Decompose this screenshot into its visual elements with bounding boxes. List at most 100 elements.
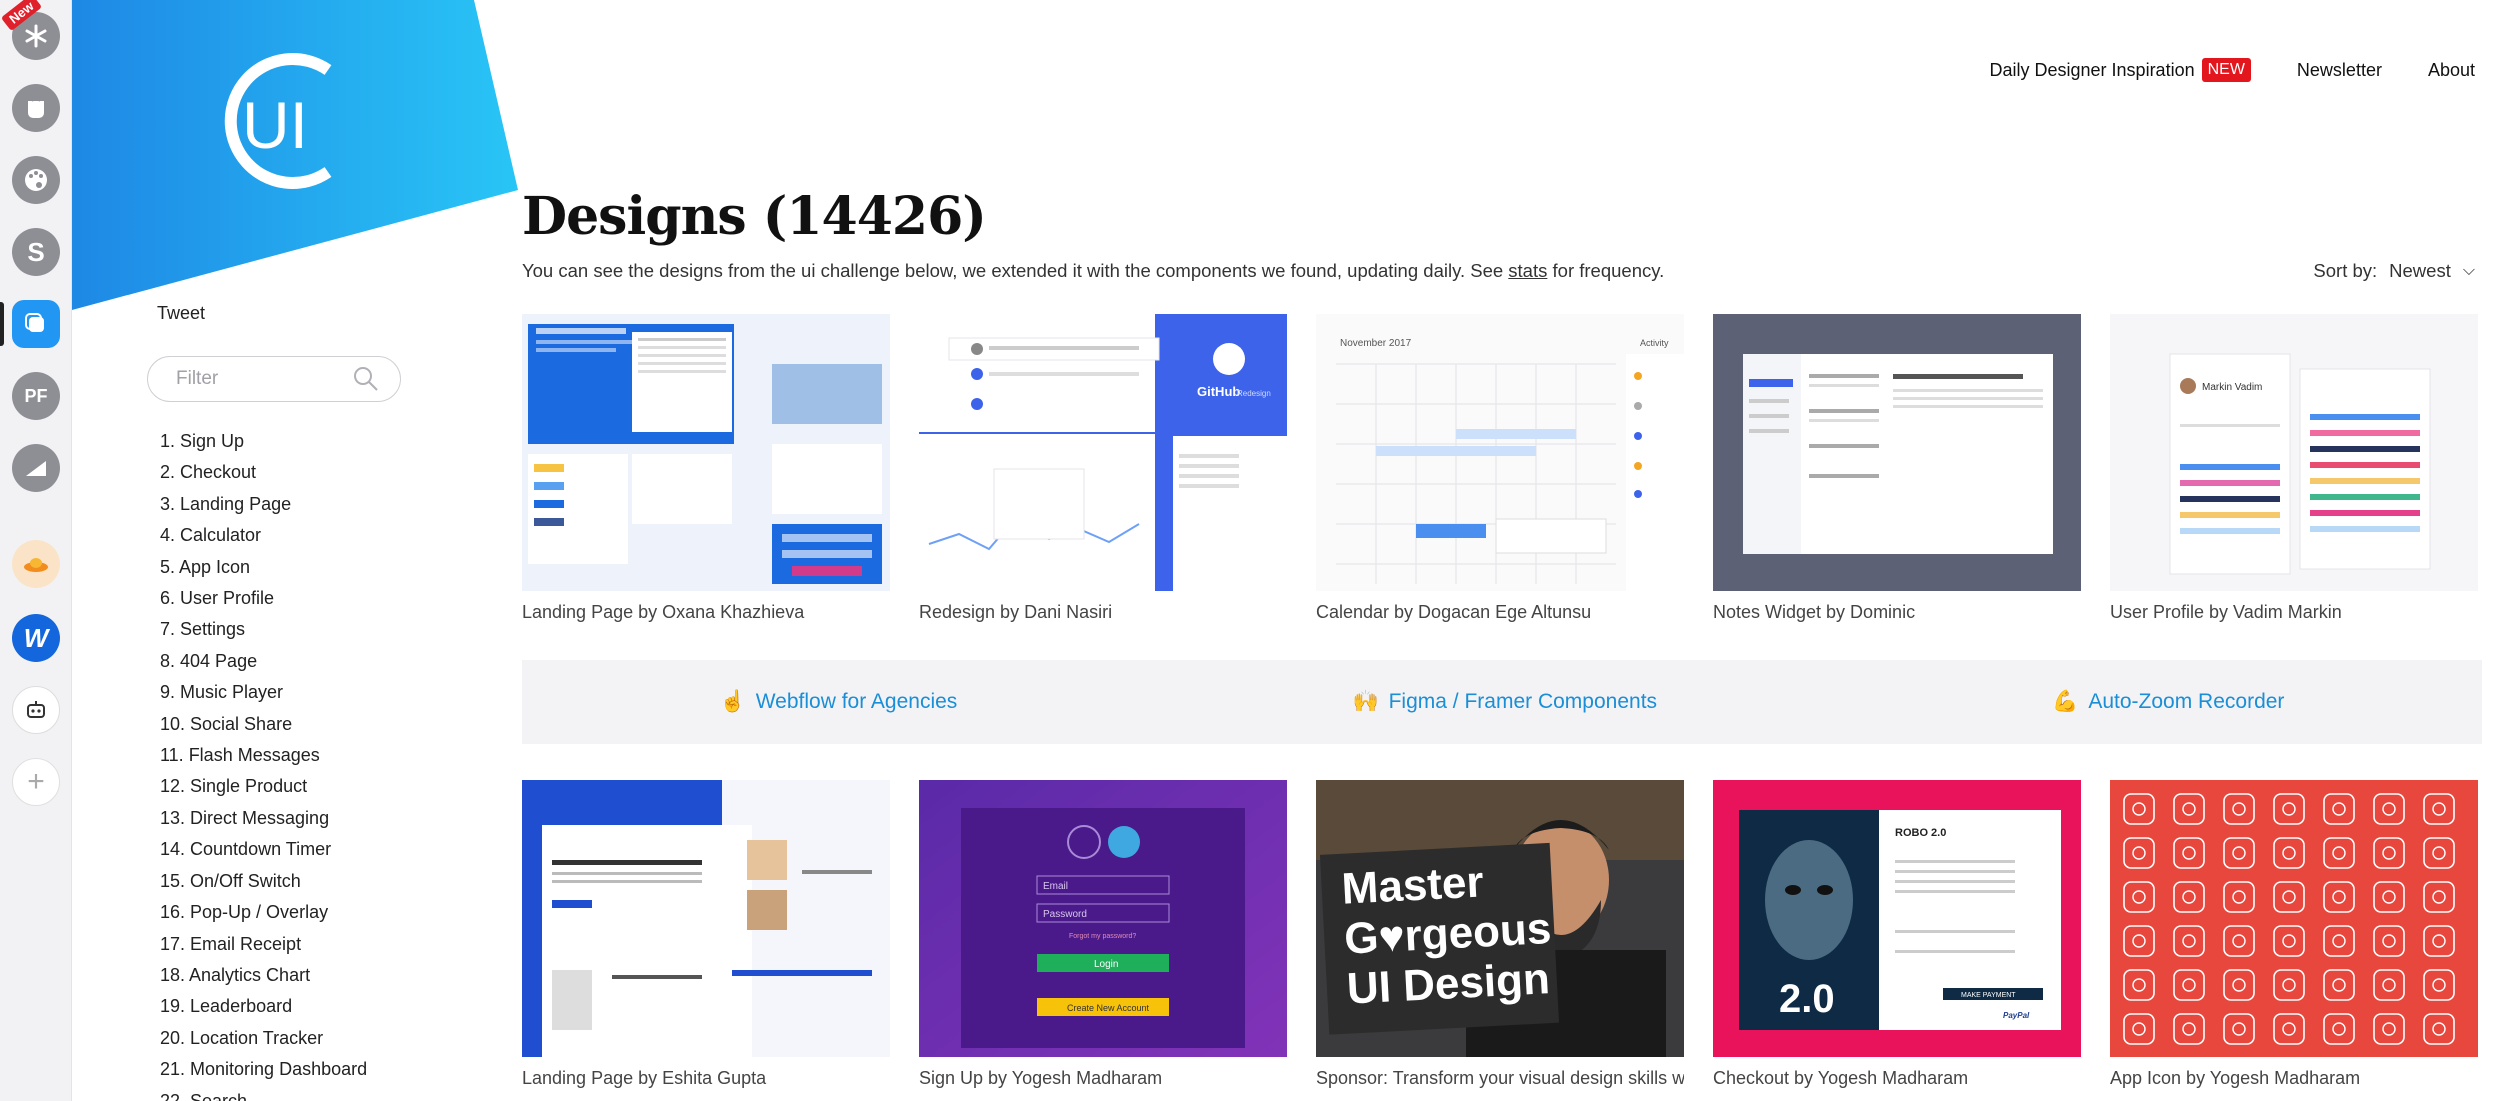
design-card[interactable]: Master G♥rgeous UI Design Sponsor: Trans… [1316,780,1684,1089]
sidebar-item[interactable]: 6. User Profile [160,583,367,614]
design-caption[interactable]: Checkout by Yogesh Madharam [1713,1068,2081,1089]
sidebar-item[interactable]: 8. 404 Page [160,646,367,677]
calendar-activity: Activity [1640,338,1669,348]
pf-logo-icon[interactable]: PF [12,372,60,420]
promo-webflow-link[interactable]: ☝️ Webflow for Agencies [720,690,958,714]
design-caption[interactable]: Redesign by Dani Nasiri [919,602,1287,623]
flexed-biceps-icon: 💪 [2052,690,2079,713]
sidebar-item[interactable]: 12. Single Product [160,771,367,802]
s-logo-glyph: S [27,236,45,267]
sidebar-item[interactable]: 17. Email Receipt [160,929,367,960]
calendar-month: November 2017 [1340,338,1412,349]
plus-icon[interactable]: + [12,758,60,806]
sidebar-item[interactable]: 2. Checkout [160,457,367,488]
pointing-hand-icon: ☝️ [719,690,746,713]
design-thumbnail[interactable]: November 2017 Activity [1316,314,1684,591]
design-caption[interactable]: Sponsor: Transform your visual design sk… [1316,1068,1684,1089]
design-thumbnail[interactable] [522,780,890,1057]
design-thumbnail[interactable]: GitHub Redesign [919,314,1287,591]
sidebar-item[interactable]: 3. Landing Page [160,489,367,520]
checkout-pay-button: MAKE PAYMENT [1961,992,2016,999]
plus-glyph: + [27,765,45,798]
sidebar-item[interactable]: 16. Pop-Up / Overlay [160,897,367,928]
sidebar-item[interactable]: 4. Calculator [160,520,367,551]
design-card[interactable]: Email Password Forgot my password? Login… [919,780,1287,1089]
sidebar-item[interactable]: 9. Music Player [160,677,367,708]
sort-control[interactable]: Sort by: Newest ⌵ [2313,260,2475,282]
about-link[interactable]: About [2428,60,2475,81]
palette-icon[interactable] [12,156,60,204]
design-thumbnail[interactable]: Master G♥rgeous UI Design [1316,780,1684,1057]
design-card[interactable]: Landing Page by Oxana Khazhieva [522,314,890,623]
design-row-2: Landing Page by Eshita Gupta Email Passw… [522,780,2482,1089]
subtitle-text-post: for frequency. [1547,260,1665,281]
design-caption[interactable]: Landing Page by Eshita Gupta [522,1068,890,1089]
dock-active-indicator [0,302,4,346]
design-thumbnail[interactable] [522,314,890,591]
challenge-list: 1. Sign Up 2. Checkout 3. Landing Page 4. C… [160,426,367,1101]
sort-value[interactable]: Newest [2389,260,2451,282]
saucer-icon[interactable] [12,540,60,588]
design-thumbnail[interactable]: 2.0 ROBO 2.0 MAKE PAYMENT PayPal [1713,780,2081,1057]
sidebar-item[interactable]: 10. Social Share [160,709,367,740]
sidebar-item[interactable]: 7. Settings [160,614,367,645]
page-title: Designs (14426) [522,186,987,247]
design-card[interactable]: Markin Vadim User Profile by Vadim Marki… [2110,314,2478,623]
mug-icon[interactable] [12,84,60,132]
signup-create: Create New Account [1067,1003,1150,1013]
design-caption[interactable]: Calendar by Dogacan Ege Altunsu [1316,602,1684,623]
logo-banner[interactable]: UI [72,0,532,310]
sidebar-item[interactable]: 1. Sign Up [160,426,367,457]
signup-login: Login [1094,959,1118,970]
tweet-button[interactable]: Tweet [157,303,205,324]
design-caption[interactable]: User Profile by Vadim Markin [2110,602,2478,623]
inspiration-link[interactable]: Daily Designer Inspiration NEW [1990,58,2251,82]
design-card[interactable]: November 2017 Activity Calendar by Dogac… [1316,314,1684,623]
design-card[interactable]: Landing Page by Eshita Gupta [522,780,890,1089]
sidebar-item[interactable]: 20. Location Tracker [160,1023,367,1054]
sidebar-item[interactable]: 11. Flash Messages [160,740,367,771]
design-card[interactable]: 2.0 ROBO 2.0 MAKE PAYMENT PayPal Checkou… [1713,780,2081,1089]
promo-figma-link[interactable]: 🙌 Figma / Framer Components [1352,690,1657,714]
checkout-paypal: PayPal [2003,1011,2030,1020]
ramp-icon[interactable] [12,444,60,492]
s-logo-icon[interactable]: S [12,228,60,276]
webflow-icon[interactable]: W [12,614,60,662]
promo-label: Figma / Framer Components [1388,690,1658,713]
design-card[interactable]: Notes Widget by Dominic [1713,314,2081,623]
sidebar-item[interactable]: 15. On/Off Switch [160,866,367,897]
sponsor-line-1: Master [1340,857,1484,913]
design-caption[interactable]: App Icon by Yogesh Madharam [2110,1068,2478,1089]
sidebar-item[interactable]: 13. Direct Messaging [160,803,367,834]
design-card[interactable]: App Icon by Yogesh Madharam [2110,780,2478,1089]
promo-autozoom-link[interactable]: 💪 Auto-Zoom Recorder [2052,690,2284,714]
signup-forgot: Forgot my password? [1069,933,1136,940]
stats-link[interactable]: stats [1508,260,1547,281]
search-icon[interactable] [352,365,380,393]
design-thumbnail[interactable] [1713,314,2081,591]
signup-password-placeholder: Password [1043,909,1087,920]
layers-icon[interactable] [12,300,60,348]
filter-input[interactable] [176,368,346,390]
design-thumbnail[interactable] [2110,780,2478,1057]
sidebar-item[interactable]: 5. App Icon [160,552,367,583]
design-caption[interactable]: Sign Up by Yogesh Madharam [919,1068,1287,1089]
signup-email-placeholder: Email [1043,881,1068,892]
checkout-movie-title: 2.0 [1779,977,1835,1021]
robot-icon[interactable] [12,686,60,734]
design-caption[interactable]: Notes Widget by Dominic [1713,602,2081,623]
filter-field[interactable] [147,356,401,402]
sidebar-item[interactable]: 22. Search [160,1086,367,1101]
sidebar-item[interactable]: 18. Analytics Chart [160,960,367,991]
sort-label: Sort by: [2313,260,2378,281]
chevron-down-icon[interactable]: ⌵ [2463,262,2475,280]
design-caption[interactable]: Landing Page by Oxana Khazhieva [522,602,890,623]
sidebar-item[interactable]: 14. Countdown Timer [160,834,367,865]
design-card[interactable]: GitHub Redesign Redesign by Dani Nasiri [919,314,1287,623]
newsletter-link[interactable]: Newsletter [2297,60,2382,81]
design-thumbnail[interactable]: Markin Vadim [2110,314,2478,591]
sidebar-item[interactable]: 19. Leaderboard [160,991,367,1022]
sidebar-item[interactable]: 21. Monitoring Dashboard [160,1054,367,1085]
github-sub: Redesign [1237,389,1271,398]
design-thumbnail[interactable]: Email Password Forgot my password? Login… [919,780,1287,1057]
